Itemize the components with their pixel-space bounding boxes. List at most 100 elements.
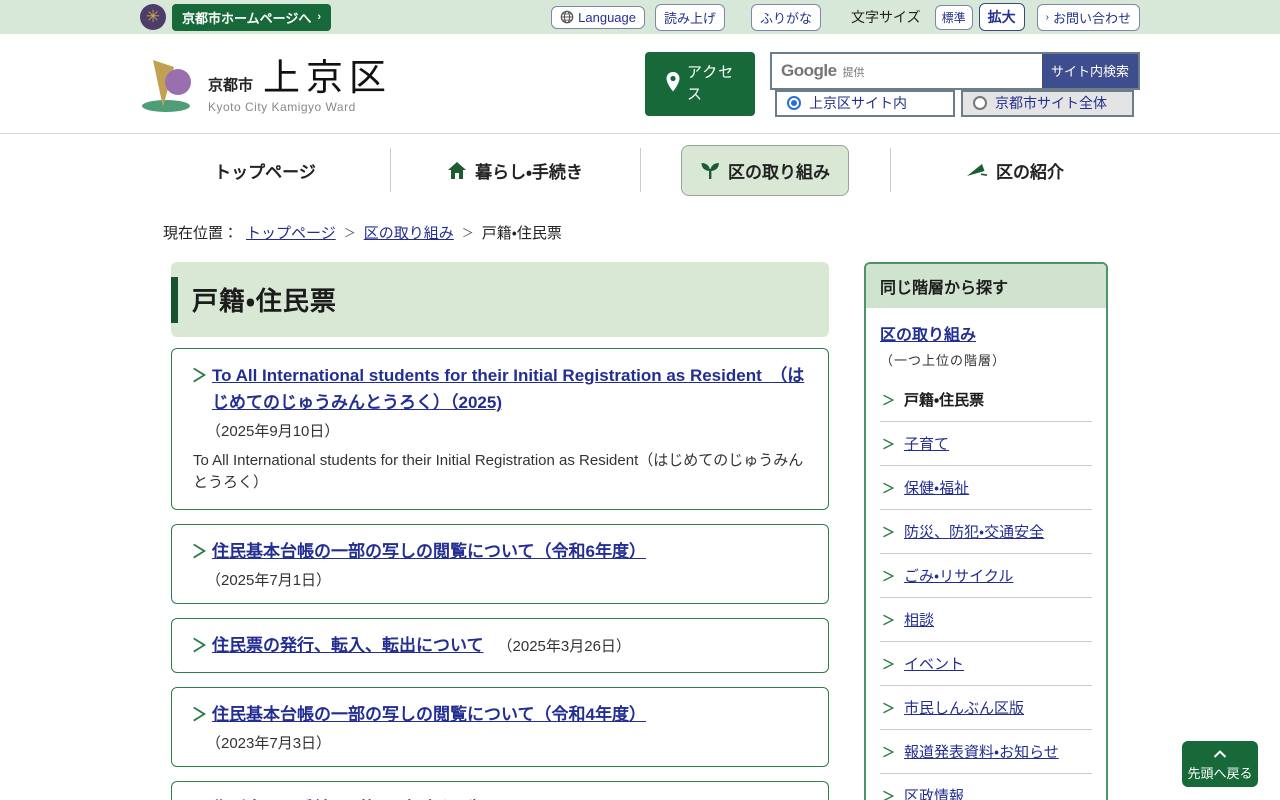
back-to-top-label: 先頭へ戻る [1187,763,1252,782]
sidebar-item-koseki: ＞ 戸籍・住民票 [880,378,1092,421]
sidebar-item-shimin-shinbun[interactable]: ＞ 市民しんぶん区版 [880,685,1092,729]
nav-ward-initiatives[interactable]: 区の取り組み [640,134,890,206]
search-scope-city-radio[interactable]: 京都市サイト全体 [961,90,1134,117]
site-search: Google 提供 サイト内検索 上京区サイト内 京都市サイト全体 [770,52,1140,117]
sidebar-item-event[interactable]: ＞ イベント [880,641,1092,685]
language-label: Language [578,10,636,25]
article-date: （2023年7月3日） [206,732,808,753]
nav-ward-initiatives-label: 区の取り組み [728,158,830,183]
access-label: アクセス [687,62,735,106]
article-description: To All International students for their … [193,450,808,494]
sidebar-item-label: ごみ・リサイクル [904,565,1013,586]
radio-unselected-icon [973,96,987,110]
site-header: 京都市 上京区 Kyoto City Kamigyo Ward アクセス G [0,34,1280,134]
nav-living-procedures-label: 暮らし・手続き [475,158,583,183]
article-link[interactable]: 住所変更の手続き（転入・転出など） [212,795,490,800]
sidebar-item-gomi-recycle[interactable]: ＞ ごみ・リサイクル [880,553,1092,597]
sidebar-item-label: 区政情報 [904,785,964,800]
title-accent-bar [171,277,178,323]
nav-living-procedures[interactable]: 暮らし・手続き [390,134,640,206]
access-button[interactable]: アクセス [645,52,755,116]
chevron-right-icon: ＞ [882,478,895,497]
chevron-right-icon: ＞ [882,434,895,453]
breadcrumb: 現在位置： トップページ ＞ 区の取り組み ＞ 戸籍・住民票 [163,222,1140,243]
sidebar-parent-link[interactable]: 区の取り組み [880,321,976,345]
chevron-right-icon: ＞ [192,363,207,388]
chevron-right-icon: ＞ [882,390,895,409]
nav-top-page[interactable]: トップページ [140,134,390,206]
contact-label: お問い合わせ [1053,8,1131,27]
chevron-right-icon: ＞ [882,786,895,800]
sidebar-item-label: 戸籍・住民票 [904,389,984,410]
sidebar-title: 同じ階層から探す [866,264,1106,308]
search-input[interactable] [772,54,1042,88]
same-level-sidebar: 同じ階層から探す 区の取り組み （一つ上位の階層） ＞ 戸籍・住民票 ＞ 子育て [864,262,1108,800]
search-scope-ward-label: 上京区サイト内 [809,93,907,113]
nav-ward-introduction[interactable]: 区の紹介 [890,134,1140,206]
chevron-right-icon: ＞ [192,796,207,800]
article-item: ＞ 住民票の発行、転入、転出について （2025年3月26日） [171,618,829,673]
article-link[interactable]: To All International students for their … [212,362,808,416]
search-scope-city-label: 京都市サイト全体 [995,93,1107,113]
fontsize-large-button[interactable]: 拡大 [979,3,1025,31]
sidebar-item-kusei-jouhou[interactable]: ＞ 区政情報 [880,773,1092,800]
kyoto-city-emblem-icon: ✳ [140,4,166,30]
read-aloud-button[interactable]: 読み上げ [655,4,725,31]
fontsize-standard-label: 標準 [942,9,966,26]
kyoto-home-label: 京都市ホームページへ [182,8,311,27]
site-logo[interactable]: 京都市 上京区 Kyoto City Kamigyo Ward [140,54,392,114]
furigana-label: ふりがな [760,8,812,27]
kyoto-home-button[interactable]: 京都市ホームページへ › [172,4,331,31]
breadcrumb-ward-initiatives[interactable]: 区の取り組み [364,222,454,243]
nav-ward-introduction-label: 区の紹介 [996,158,1064,183]
page-title-box: 戸籍・住民票 [171,262,829,337]
article-item: ＞ To All International students for thei… [171,348,829,510]
article-item: ＞ 住所変更の手続き（転入・転出など） （2022年8月9日） [171,781,829,800]
global-nav: トップページ 暮らし・手続き 区の取り組み 区の紹介 [0,134,1280,206]
sidebar-item-houdou[interactable]: ＞ 報道発表資料・お知らせ [880,729,1092,773]
sprout-icon [700,161,720,180]
language-button[interactable]: Language [551,6,645,29]
article-item: ＞ 住民基本台帳の一部の写しの閲覧について（令和4年度） （2023年7月3日） [171,687,829,767]
chevron-right-icon: ＞ [882,610,895,629]
sidebar-item-label: イベント [904,653,964,674]
pen-nib-icon [966,162,988,178]
sidebar-item-label: 保健・福祉 [904,477,969,498]
chevron-right-icon: ＞ [882,566,895,585]
logo-english-label: Kyoto City Kamigyo Ward [208,100,392,114]
fontsize-standard-button[interactable]: 標準 [935,5,973,30]
sidebar-item-hoken-fukushi[interactable]: ＞ 保健・福祉 [880,465,1092,509]
article-link[interactable]: 住民票の発行、転入、転出について [212,632,484,659]
radio-selected-icon [787,96,801,110]
article-link[interactable]: 住民基本台帳の一部の写しの閲覧について（令和4年度） [212,701,646,728]
back-to-top-button[interactable]: 先頭へ戻る [1182,741,1258,787]
breadcrumb-current: 戸籍・住民票 [482,222,562,243]
article-date: （2025年3月26日） [498,635,631,656]
chevron-right-icon: ＞ [882,654,895,673]
top-utility-bar: ✳ 京都市ホームページへ › Language 読み上げ ふりがな 文字サイズ … [0,0,1280,34]
sidebar-item-label: 相談 [904,609,934,630]
nav-active-pill: 区の取り組み [681,145,849,196]
location-pin-icon [665,71,681,96]
contact-button[interactable]: › お問い合わせ [1037,4,1140,31]
article-date: （2025年9月10日） [206,420,808,441]
logo-ward-label: 上京区 [263,59,392,96]
chevron-right-icon: ＞ [192,702,207,727]
fontsize-label: 文字サイズ [851,7,921,27]
sidebar-parent-note: （一つ上位の階層） [880,350,1092,369]
chevron-right-icon: › [317,11,321,23]
furigana-button[interactable]: ふりがな [751,4,821,31]
logo-city-label: 京都市 [208,74,253,95]
sidebar-item-bousai[interactable]: ＞ 防災、防犯・交通安全 [880,509,1092,553]
breadcrumb-top-page[interactable]: トップページ [246,222,336,243]
site-search-button[interactable]: サイト内検索 [1042,54,1138,88]
breadcrumb-separator-icon: ＞ [344,224,356,241]
chevron-right-icon: › [1046,12,1049,23]
breadcrumb-separator-icon: ＞ [462,224,474,241]
house-icon [447,161,467,180]
article-link[interactable]: 住民基本台帳の一部の写しの閲覧について（令和6年度） [212,538,646,565]
sidebar-item-soudan[interactable]: ＞ 相談 [880,597,1092,641]
search-scope-ward-radio[interactable]: 上京区サイト内 [775,90,955,117]
sidebar-item-kosodate[interactable]: ＞ 子育て [880,421,1092,465]
globe-icon [560,10,574,24]
